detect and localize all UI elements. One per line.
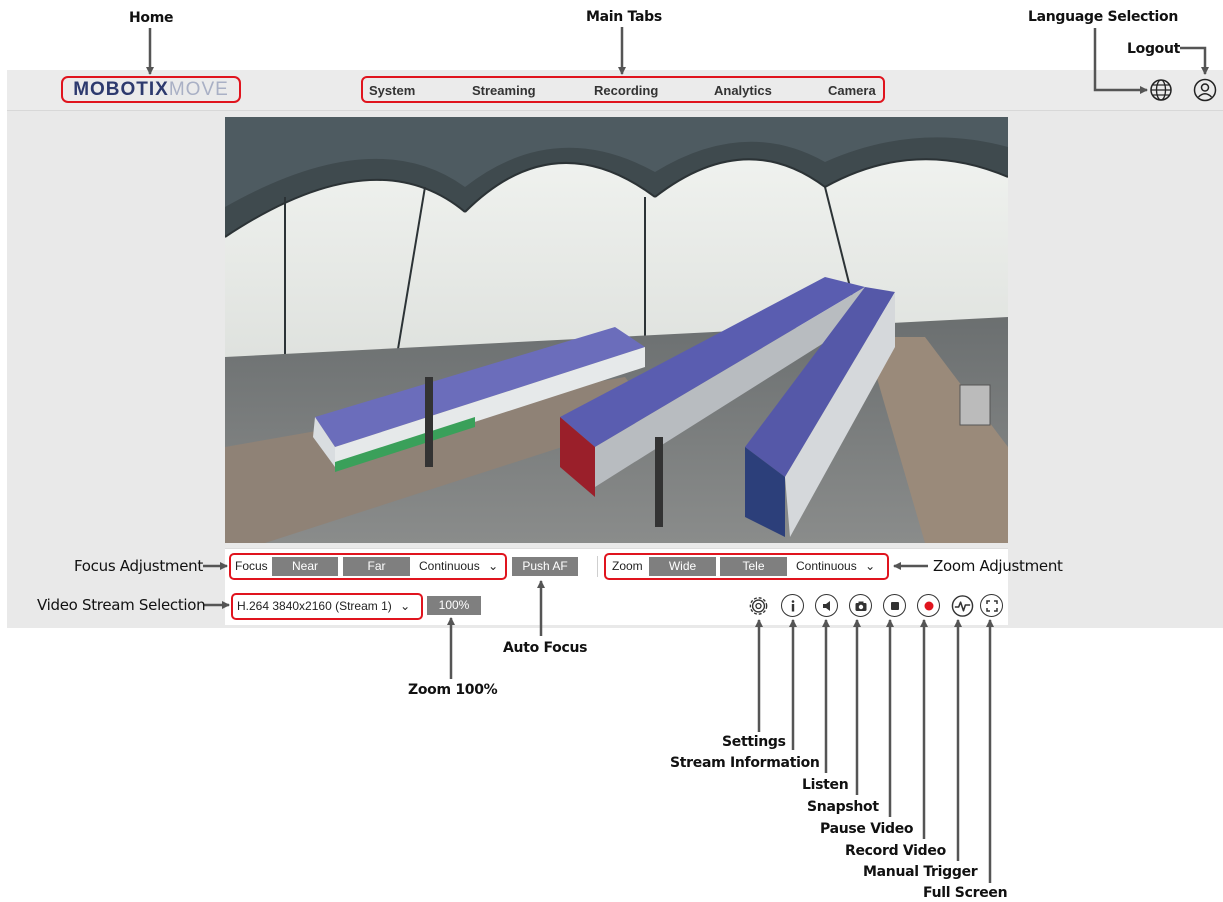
callout-zoom-adjustment: Zoom Adjustment xyxy=(933,557,1063,575)
callout-home: Home xyxy=(129,10,174,26)
callout-zoom-100: Zoom 100% xyxy=(408,682,498,698)
callout-stream-information: Stream Information xyxy=(670,755,820,771)
callout-listen: Listen xyxy=(802,777,849,793)
callout-leader-lines xyxy=(146,27,1209,883)
callout-manual-trigger: Manual Trigger xyxy=(863,864,978,880)
callout-settings: Settings xyxy=(722,734,786,750)
callout-pause-video: Pause Video xyxy=(820,821,914,837)
callout-focus-adjustment: Focus Adjustment xyxy=(74,557,203,575)
callout-snapshot: Snapshot xyxy=(807,799,879,815)
callout-auto-focus: Auto Focus xyxy=(503,640,588,656)
callout-record-video: Record Video xyxy=(845,843,946,859)
callout-full-screen: Full Screen xyxy=(923,885,1008,901)
callout-logout: Logout xyxy=(1127,41,1181,57)
callout-main-tabs: Main Tabs xyxy=(586,9,662,25)
callout-language-selection: Language Selection xyxy=(1028,9,1179,25)
callout-video-stream-selection: Video Stream Selection xyxy=(37,596,206,614)
